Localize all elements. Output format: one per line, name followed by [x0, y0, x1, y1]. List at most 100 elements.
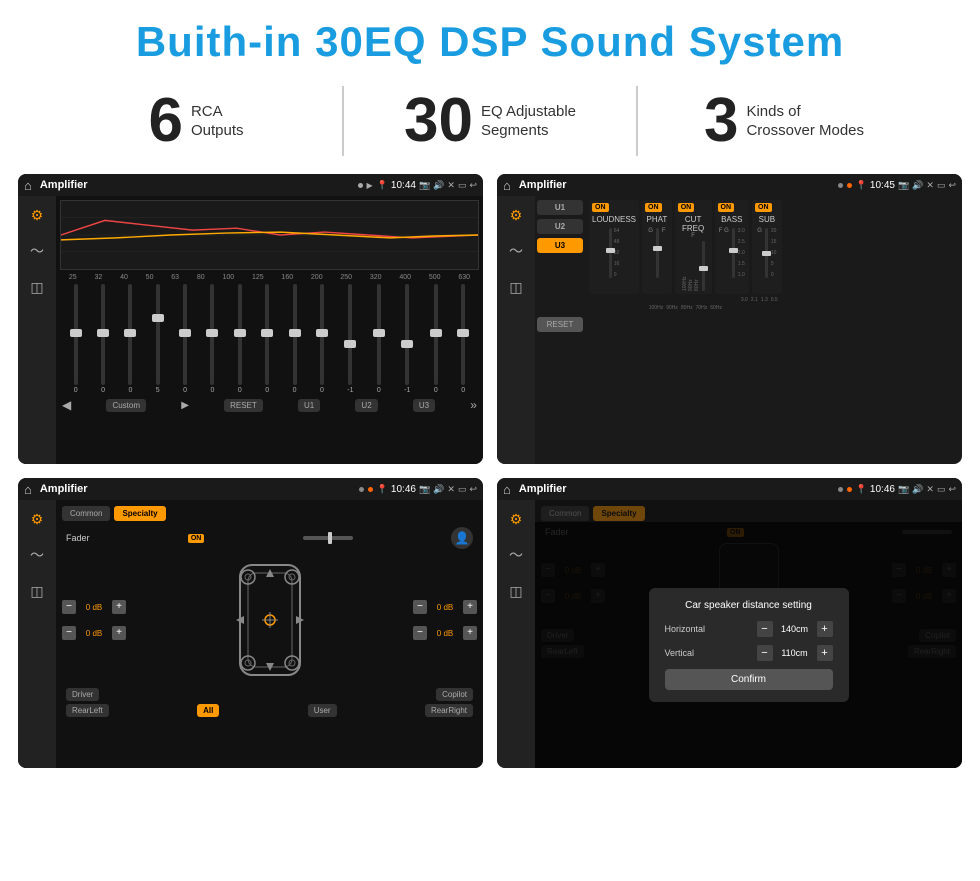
sidebar-3: ⚙ 〜 ◫: [18, 500, 56, 768]
eq-slider-10[interactable]: -1: [347, 284, 353, 394]
custom-preset[interactable]: Custom: [106, 399, 146, 412]
dialog-overlay: Car speaker distance setting Horizontal …: [535, 522, 962, 768]
specialty-tab[interactable]: Specialty: [114, 506, 165, 521]
bass-on: ON: [718, 203, 735, 212]
sidebar-speaker-icon-4[interactable]: ◫: [503, 578, 529, 604]
fader-track[interactable]: [303, 536, 353, 540]
home-icon-1[interactable]: ⌂: [24, 178, 32, 193]
vertical-label: Vertical: [665, 648, 695, 658]
fl-minus[interactable]: −: [62, 600, 76, 614]
prev-arrow[interactable]: ◀: [62, 398, 71, 412]
dot-icon-3b: [368, 487, 373, 492]
back-icon-4[interactable]: ↩: [948, 484, 956, 495]
eq-slider-13[interactable]: 0: [434, 284, 438, 394]
eq-slider-12[interactable]: -1: [404, 284, 410, 394]
sidebar-eq-icon-3[interactable]: ⚙: [24, 506, 50, 532]
rl-db: 0 dB: [80, 629, 108, 638]
sidebar-speaker-icon-3[interactable]: ◫: [24, 578, 50, 604]
eq-slider-1[interactable]: 0: [101, 284, 105, 394]
eq-slider-8[interactable]: 0: [293, 284, 297, 394]
play-btn[interactable]: ▶: [181, 400, 189, 411]
fader-on-badge: ON: [188, 534, 205, 543]
eq-slider-5[interactable]: 0: [210, 284, 214, 394]
confirm-button[interactable]: Confirm: [665, 669, 833, 690]
eq-slider-0[interactable]: 0: [74, 284, 78, 394]
location-icon-2: 📍: [856, 180, 867, 191]
sidebar-eq-icon[interactable]: ⚙: [24, 202, 50, 228]
fr-minus[interactable]: −: [413, 600, 427, 614]
close-icon-1[interactable]: ✕: [447, 180, 455, 191]
rearleft-btn[interactable]: RearLeft: [66, 704, 109, 717]
back-icon-3[interactable]: ↩: [469, 484, 477, 495]
loudness-label: LOUDNESS: [592, 215, 636, 224]
rr-minus[interactable]: −: [413, 626, 427, 640]
status-bar-4: ⌂ Amplifier 📍 10:46 📷 🔊 ✕ ▭ ↩: [497, 478, 962, 500]
close-icon-4[interactable]: ✕: [926, 484, 934, 495]
eq-slider-14[interactable]: 0: [461, 284, 465, 394]
back-icon-2[interactable]: ↩: [948, 180, 956, 191]
home-icon-2[interactable]: ⌂: [503, 178, 511, 193]
u1-btn[interactable]: U1: [298, 399, 320, 412]
rearright-btn[interactable]: RearRight: [425, 704, 473, 717]
preset-u1[interactable]: U1: [537, 200, 583, 215]
eq-slider-9[interactable]: 0: [320, 284, 324, 394]
fl-plus[interactable]: +: [112, 600, 126, 614]
camera-icon-4: 📷: [898, 484, 909, 495]
status-icons-2: 📍 10:45 📷 🔊 ✕ ▭ ↩: [856, 180, 956, 191]
horizontal-minus[interactable]: −: [757, 621, 773, 637]
person-icon[interactable]: 👤: [451, 527, 473, 549]
volume-icon-3: 🔊: [433, 484, 444, 495]
sidebar-eq-icon-4[interactable]: ⚙: [503, 506, 529, 532]
sidebar-wave-icon-4[interactable]: 〜: [503, 542, 529, 568]
common-tab[interactable]: Common: [62, 506, 110, 521]
sidebar-wave-icon-3[interactable]: 〜: [24, 542, 50, 568]
reset-btn-cross[interactable]: RESET: [537, 317, 583, 332]
fr-plus[interactable]: +: [463, 600, 477, 614]
reset-btn[interactable]: RESET: [224, 399, 263, 412]
vertical-minus[interactable]: −: [757, 645, 773, 661]
distance-screen: ⌂ Amplifier 📍 10:46 📷 🔊 ✕ ▭ ↩ ⚙ 〜 ◫: [497, 478, 962, 768]
eq-svg: [61, 201, 478, 269]
rl-plus[interactable]: +: [112, 626, 126, 640]
sub-label: SUB: [755, 215, 779, 224]
close-icon-3[interactable]: ✕: [447, 484, 455, 495]
sidebar-speaker-icon[interactable]: ◫: [24, 274, 50, 300]
user-btn[interactable]: User: [308, 704, 337, 717]
sidebar-speaker-icon-2[interactable]: ◫: [503, 274, 529, 300]
eq-slider-3[interactable]: 5: [156, 284, 160, 394]
eq-screen: ⌂ Amplifier ▶ 📍 10:44 📷 🔊 ✕ ▭ ↩ ⚙ 〜 ◫: [18, 174, 483, 464]
stat-label-crossover: Kinds ofCrossover Modes: [746, 102, 864, 141]
u3-btn[interactable]: U3: [413, 399, 435, 412]
all-btn[interactable]: All: [197, 704, 219, 717]
preset-u2[interactable]: U2: [537, 219, 583, 234]
preset-u3[interactable]: U3: [537, 238, 583, 253]
eq-slider-2[interactable]: 0: [128, 284, 132, 394]
vertical-plus[interactable]: +: [817, 645, 833, 661]
rr-plus[interactable]: +: [463, 626, 477, 640]
eq-slider-6[interactable]: 0: [238, 284, 242, 394]
back-icon-1[interactable]: ↩: [469, 180, 477, 191]
sidebar-wave-icon[interactable]: 〜: [24, 238, 50, 264]
rl-minus[interactable]: −: [62, 626, 76, 640]
channel-cutfreq: ON CUT FREQ F 100Hz90Hz80Hz: [675, 200, 712, 294]
home-icon-3[interactable]: ⌂: [24, 482, 32, 497]
driver-btn[interactable]: Driver: [66, 688, 99, 701]
screen-title-3: Amplifier: [40, 483, 355, 495]
close-icon-2[interactable]: ✕: [926, 180, 934, 191]
u2-btn[interactable]: U2: [355, 399, 377, 412]
sidebar-eq-icon-2[interactable]: ⚙: [503, 202, 529, 228]
sidebar-wave-icon-2[interactable]: 〜: [503, 238, 529, 264]
location-icon-4: 📍: [856, 484, 867, 495]
sidebar-2: ⚙ 〜 ◫: [497, 196, 535, 464]
eq-slider-11[interactable]: 0: [377, 284, 381, 394]
horizontal-plus[interactable]: +: [817, 621, 833, 637]
eq-slider-7[interactable]: 0: [265, 284, 269, 394]
volume-icon-4: 🔊: [912, 484, 923, 495]
copilot-btn[interactable]: Copilot: [436, 688, 473, 701]
more-arrow[interactable]: »: [470, 398, 477, 412]
channel-loudness: ON LOUDNESS 64: [589, 200, 639, 294]
bottom-labels: Driver Copilot: [62, 685, 477, 701]
time-2: 10:45: [870, 180, 895, 191]
eq-slider-4[interactable]: 0: [183, 284, 187, 394]
home-icon-4[interactable]: ⌂: [503, 482, 511, 497]
